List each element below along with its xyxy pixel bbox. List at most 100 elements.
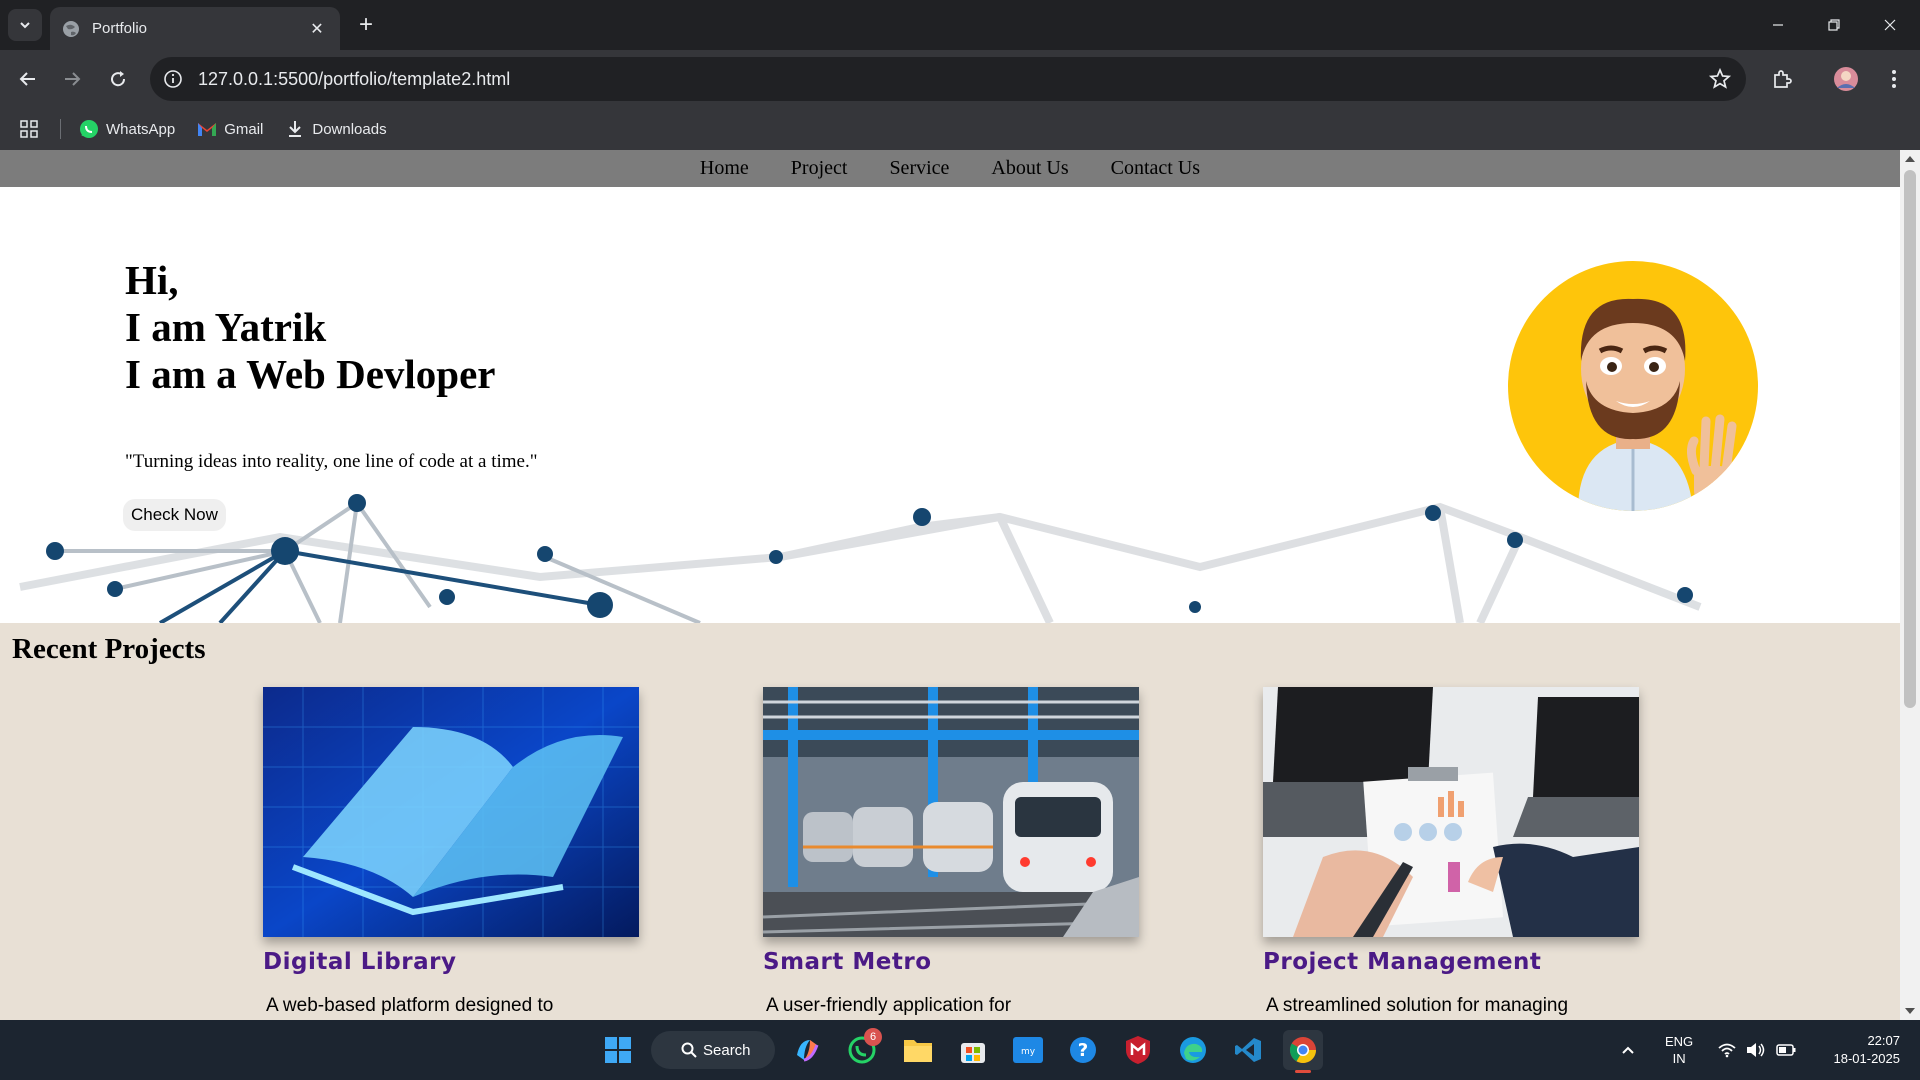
tab-search-button[interactable]: [8, 9, 42, 41]
tab-close-icon[interactable]: ✕: [306, 18, 328, 40]
site-info-icon[interactable]: [162, 68, 184, 90]
volume-icon: [1747, 1043, 1765, 1057]
reload-button[interactable]: [102, 63, 134, 95]
arrow-right-icon: [65, 72, 81, 86]
nav-project[interactable]: Project: [770, 157, 869, 180]
scrollbar-thumb[interactable]: [1904, 170, 1916, 708]
project-title[interactable]: Project Management: [1263, 949, 1639, 975]
profile-avatar[interactable]: [1830, 63, 1862, 95]
taskbar-search[interactable]: Search: [651, 1031, 775, 1069]
project-description: A web-based platform designed to: [266, 995, 554, 1016]
bookmark-star-icon[interactable]: [1708, 67, 1732, 91]
restore-icon: [1828, 19, 1840, 31]
chevron-up-icon: [1622, 1046, 1634, 1054]
taskbar-edge[interactable]: [1173, 1030, 1213, 1070]
tab-portfolio[interactable]: Portfolio ✕: [50, 7, 340, 50]
svg-text:?: ?: [1078, 1040, 1088, 1061]
hero-section: Hi, I am Yatrik I am a Web Devloper "Tur…: [0, 187, 1900, 623]
project-image: [1263, 687, 1639, 937]
windows-logo-icon: [605, 1037, 631, 1063]
project-description: A streamlined solution for managing: [1266, 995, 1569, 1016]
copilot-icon: [797, 1040, 819, 1062]
recent-projects-section: Recent Projects Digital Library A web-ba…: [0, 623, 1900, 1020]
page-scrollbar[interactable]: [1900, 150, 1920, 1020]
taskbar-file-explorer[interactable]: [898, 1030, 938, 1070]
project-card-digital-library[interactable]: Digital Library A web-based platform des…: [263, 687, 639, 1017]
active-indicator: [1295, 1070, 1311, 1073]
extensions-button[interactable]: [1766, 63, 1798, 95]
project-image: [763, 687, 1139, 937]
site-nav: Home Project Service About Us Contact Us: [0, 150, 1900, 187]
region-code: IN: [1672, 1051, 1686, 1066]
close-icon: [1884, 19, 1896, 31]
shield-icon: [1126, 1036, 1150, 1064]
nav-home[interactable]: Home: [679, 157, 770, 180]
nav-about-us[interactable]: About Us: [970, 157, 1089, 180]
check-now-button[interactable]: Check Now: [123, 499, 226, 531]
hp-icon: my: [1013, 1037, 1043, 1063]
bookmarks-bar: WhatsApp Gmail Downloads: [0, 108, 1920, 150]
bookmark-label: Downloads: [312, 120, 387, 138]
globe-icon: [63, 20, 79, 37]
project-image: [263, 687, 639, 937]
hero-heading: Hi, I am Yatrik I am a Web Devloper: [125, 257, 496, 398]
project-card-smart-metro[interactable]: Smart Metro A user-friendly application …: [763, 687, 1139, 1017]
reload-icon: [111, 71, 126, 87]
nav-service[interactable]: Service: [868, 157, 970, 180]
tray-overflow-button[interactable]: [1620, 1020, 1636, 1080]
taskbar-chrome[interactable]: [1283, 1030, 1323, 1073]
gmail-icon: [197, 119, 217, 139]
restore-button[interactable]: [1806, 0, 1862, 50]
clock-time: 22:07: [1867, 1033, 1900, 1048]
clock[interactable]: 22:07 18-01-2025: [1818, 1020, 1901, 1080]
browser-toolbar: 127.0.0.1:5500/portfolio/template2.html: [0, 50, 1920, 108]
whatsapp-icon: [79, 119, 99, 139]
minimize-button[interactable]: [1750, 0, 1806, 50]
scroll-down-arrow-icon[interactable]: [1905, 1008, 1915, 1014]
search-icon: [681, 1042, 697, 1058]
system-status[interactable]: [1718, 1020, 1796, 1080]
new-tab-button[interactable]: +: [352, 11, 380, 39]
taskbar-help[interactable]: ?: [1063, 1030, 1103, 1070]
clock-date: 18-01-2025: [1833, 1051, 1901, 1066]
apps-grid-icon: [20, 120, 38, 138]
bookmark-label: Gmail: [224, 120, 264, 138]
hero-line-3: I am a Web Devloper: [125, 351, 496, 397]
minimize-icon: [1773, 24, 1783, 26]
start-button[interactable]: [598, 1030, 638, 1070]
hero-line-2: I am Yatrik: [125, 304, 327, 350]
project-title[interactable]: Digital Library: [263, 949, 639, 975]
tab-title: Portfolio: [92, 20, 148, 37]
taskbar-mcafee[interactable]: [1118, 1030, 1158, 1070]
bookmark-downloads[interactable]: Downloads: [285, 119, 387, 139]
forward-button[interactable]: [56, 63, 88, 95]
apps-button[interactable]: [20, 120, 38, 138]
project-card-project-management[interactable]: Project Management A streamlined solutio…: [1263, 687, 1639, 1017]
menu-button[interactable]: [1878, 63, 1910, 95]
language-code: ENG: [1665, 1034, 1694, 1049]
svg-text:my: my: [1021, 1047, 1036, 1057]
bookmark-whatsapp[interactable]: WhatsApp: [79, 119, 175, 139]
edge-icon: [1180, 1037, 1206, 1063]
bookmark-gmail[interactable]: Gmail: [197, 119, 263, 139]
taskbar-myhp[interactable]: my: [1008, 1030, 1048, 1070]
nav-contact-us[interactable]: Contact Us: [1090, 157, 1221, 180]
back-button[interactable]: [12, 63, 44, 95]
hero-quote: "Turning ideas into reality, one line of…: [125, 451, 538, 472]
taskbar-copilot[interactable]: [787, 1030, 827, 1070]
taskbar-vscode[interactable]: [1228, 1030, 1268, 1070]
chrome-icon: [1289, 1037, 1317, 1064]
language-indicator[interactable]: ENG IN: [1665, 1020, 1693, 1080]
taskbar-whatsapp[interactable]: 6: [842, 1028, 882, 1070]
download-icon: [285, 119, 305, 139]
close-window-button[interactable]: [1862, 0, 1918, 50]
project-title[interactable]: Smart Metro: [763, 949, 1139, 975]
address-bar[interactable]: 127.0.0.1:5500/portfolio/template2.html: [150, 57, 1746, 101]
vscode-icon: [1235, 1038, 1261, 1062]
notification-badge: 6: [864, 1028, 882, 1046]
scroll-up-arrow-icon[interactable]: [1905, 156, 1915, 162]
taskbar-store[interactable]: [953, 1030, 993, 1070]
folder-icon: [904, 1040, 932, 1062]
tab-strip: Portfolio ✕ +: [0, 0, 1920, 50]
battery-icon: [1776, 1044, 1796, 1056]
